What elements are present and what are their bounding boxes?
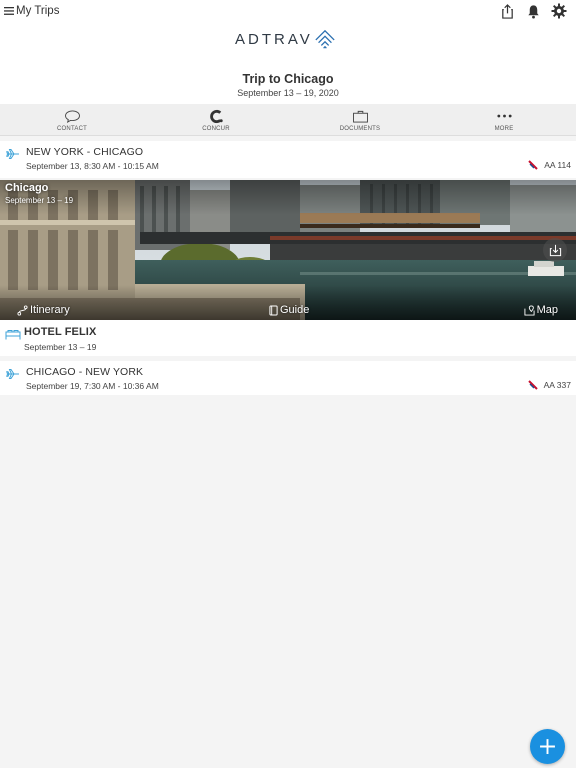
download-icon [549, 244, 561, 256]
my-trips-back-button[interactable]: My Trips [4, 5, 59, 17]
flight-route: NEW YORK - CHICAGO [26, 146, 144, 158]
tab-documents-label: DOCUMENTS [339, 126, 381, 132]
itinerary-button[interactable]: Itinerary [17, 304, 70, 316]
trip-title: Trip to Chicago [242, 72, 334, 86]
more-dots-icon [496, 108, 513, 124]
map-pin-icon [524, 304, 535, 316]
logo-chevron-icon [315, 29, 335, 49]
destination-city: Chicago [5, 182, 49, 194]
destination-card-chicago[interactable]: Chicago September 13 – 19 Itinerary Guid… [0, 180, 576, 320]
trip-action-tabs: CONTACT CONCUR DOCUMENTS MORE [0, 104, 576, 136]
my-trips-label: My Trips [16, 5, 60, 17]
tab-concur[interactable]: CONCUR [144, 104, 288, 135]
tab-more[interactable]: MORE [432, 104, 576, 135]
plus-icon [540, 739, 555, 754]
map-label: Map [536, 304, 558, 316]
flight-number-badge: AA 337 [527, 380, 571, 390]
airplane-icon [6, 149, 19, 159]
guide-button[interactable]: Guide [269, 304, 309, 316]
adtrav-logo: ADTRAV [235, 28, 336, 50]
tab-more-label: MORE [494, 126, 514, 132]
trip-dates: September 13 – 19, 2020 [237, 88, 339, 98]
bed-icon [5, 330, 21, 340]
briefcase-icon [352, 108, 369, 124]
tab-concur-label: CONCUR [202, 126, 230, 132]
route-icon [17, 304, 28, 316]
map-button[interactable]: Map [524, 304, 558, 316]
return-flight-row[interactable]: CHICAGO - NEW YORK September 19, 7:30 AM… [0, 361, 576, 395]
logo-text: ADTRAV [235, 30, 313, 48]
book-icon [269, 305, 278, 315]
hotel-row[interactable]: HOTEL FELIX September 13 – 19 [0, 320, 576, 356]
gear-icon[interactable] [551, 3, 567, 19]
add-button[interactable] [530, 729, 565, 764]
flight-number-badge: AA 114 [528, 160, 571, 170]
american-airlines-logo-icon [527, 380, 538, 390]
airplane-icon [6, 369, 19, 379]
chat-bubble-icon [64, 108, 81, 124]
download-button[interactable] [543, 238, 567, 262]
destination-actions: Itinerary Guide Map [0, 298, 576, 320]
top-bar: My Trips ADTRAV Trip to Chicago Septembe… [0, 0, 576, 104]
hotel-name: HOTEL FELIX [24, 326, 97, 338]
guide-label: Guide [280, 304, 310, 316]
flight-time: September 19, 7:30 AM - 10:36 AM [26, 381, 159, 391]
flight-route: CHICAGO - NEW YORK [26, 366, 144, 378]
outbound-flight-row[interactable]: NEW YORK - CHICAGO September 13, 8:30 AM… [0, 141, 576, 178]
flight-number: AA 337 [543, 380, 571, 390]
flight-time: September 13, 8:30 AM - 10:15 AM [26, 161, 159, 171]
itinerary-label: Itinerary [30, 304, 70, 316]
concur-icon [209, 108, 224, 124]
menu-icon [4, 7, 14, 15]
hotel-dates: September 13 – 19 [24, 342, 97, 352]
american-airlines-logo-icon [528, 160, 538, 170]
tab-contact-label: CONTACT [57, 126, 87, 132]
tab-contact[interactable]: CONTACT [0, 104, 144, 135]
destination-dates: September 13 – 19 [5, 196, 74, 205]
tab-documents[interactable]: DOCUMENTS [288, 104, 432, 135]
bell-icon[interactable] [525, 3, 541, 19]
share-icon[interactable] [499, 3, 515, 19]
flight-number: AA 114 [544, 160, 571, 170]
